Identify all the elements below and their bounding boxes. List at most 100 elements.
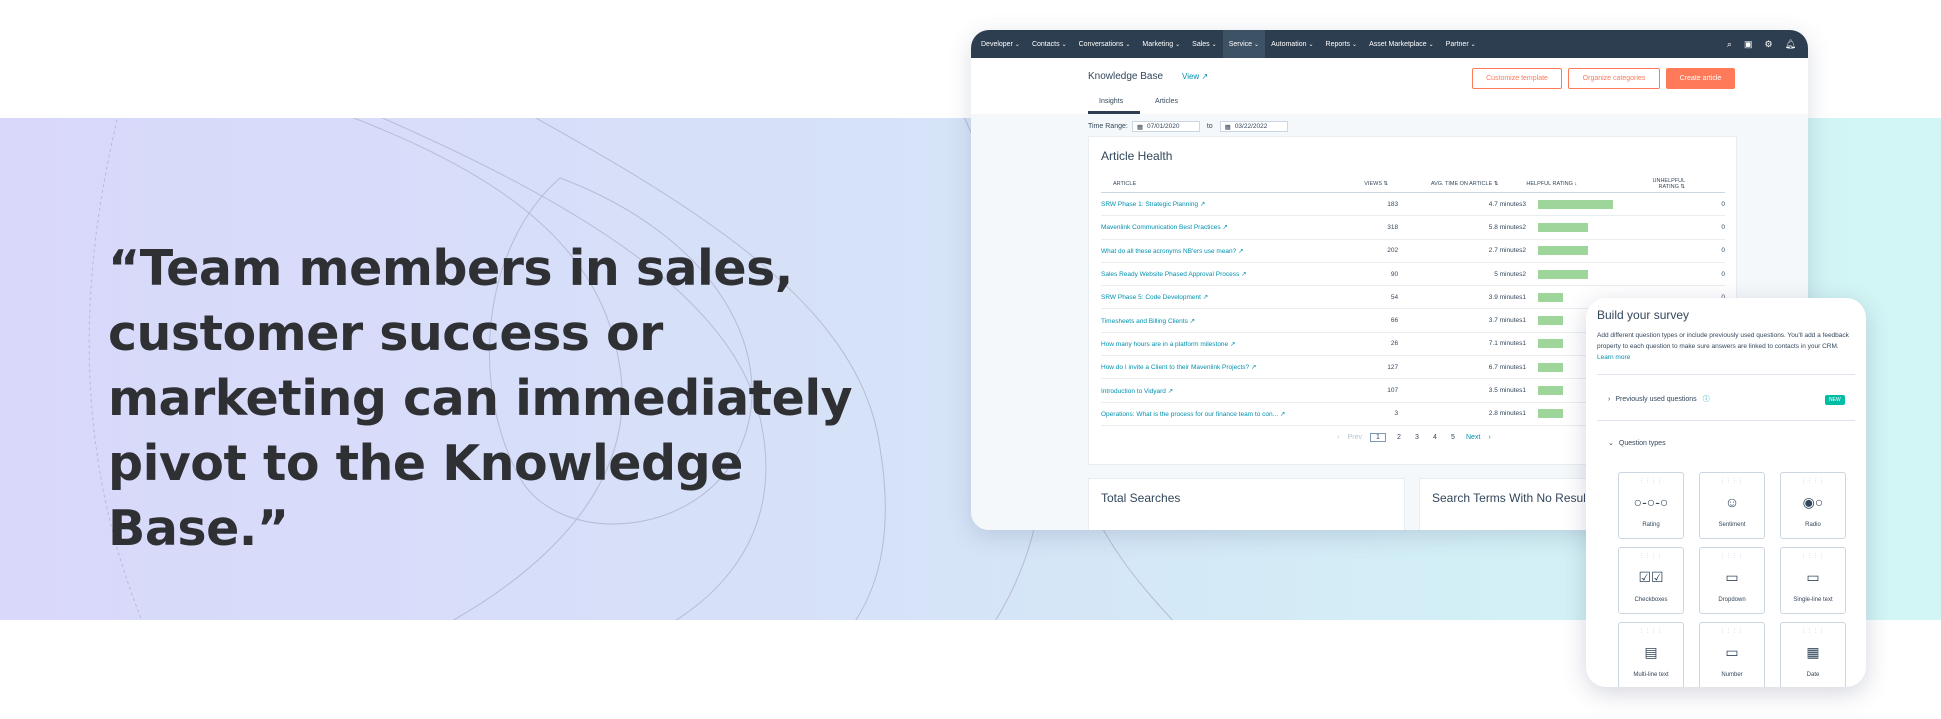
quote-line: pivot to the Knowledge Base.” xyxy=(108,435,743,557)
question-type-tile[interactable]: ⋮⋮⋮⋮ ▭ Single-line text xyxy=(1780,547,1846,614)
col-helpful[interactable]: Helpful rating ↓ xyxy=(1522,175,1652,193)
views-cell: 202 xyxy=(1349,239,1399,263)
drag-handle-icon: ⋮⋮⋮⋮ xyxy=(1639,478,1663,484)
article-link[interactable]: How many hours are in a platform milesto… xyxy=(1101,332,1350,357)
create-article-button[interactable]: Create article xyxy=(1666,68,1735,89)
nav-asset-marketplace[interactable]: Asset Marketplace ⌄ xyxy=(1363,30,1440,58)
nav-contacts[interactable]: Contacts ⌄ xyxy=(1026,30,1073,58)
next-button[interactable]: Next xyxy=(1466,434,1480,441)
learn-more-link[interactable]: Learn more xyxy=(1597,354,1630,361)
helpful-bar xyxy=(1538,409,1564,419)
col-unhelpful[interactable]: Unhelpful rating ⇅ xyxy=(1651,175,1725,193)
marketplace-icon[interactable]: ▣ xyxy=(1744,39,1753,50)
previously-used-toggle[interactable]: › Previously used questions ⓘ xyxy=(1608,394,1710,404)
page-4[interactable]: 4 xyxy=(1430,434,1440,441)
question-type-tile[interactable]: ⋮⋮⋮⋮ ▭ Dropdown xyxy=(1699,547,1765,614)
page-2[interactable]: 2 xyxy=(1394,434,1404,441)
chevron-down-icon: ⌄ xyxy=(1175,41,1181,48)
checkbox-icon: ☑☑ xyxy=(1638,569,1664,585)
col-views[interactable]: Views ⇅ xyxy=(1349,175,1399,193)
tab-insights[interactable]: Insights xyxy=(1099,98,1123,105)
avg-time-cell: 3.9 minutes xyxy=(1398,285,1523,310)
question-type-tile[interactable]: ⋮⋮⋮⋮ ▭ Number xyxy=(1699,622,1765,687)
nav-service[interactable]: Service ⌄ xyxy=(1222,30,1266,58)
page-1[interactable]: 1 xyxy=(1370,433,1386,442)
article-link[interactable]: Timesheets and Billing Clients ↗ xyxy=(1101,308,1350,333)
article-link[interactable]: Mavenlink Communication Best Practices ↗ xyxy=(1101,215,1350,240)
chevron-down-icon: ⌄ xyxy=(1470,41,1476,48)
views-cell: 54 xyxy=(1349,285,1399,310)
article-link[interactable]: Introduction to Vidyard ↗ xyxy=(1101,378,1350,403)
search-icon[interactable]: ⌕ xyxy=(1727,39,1732,50)
quote-line: customer success or xyxy=(108,305,663,362)
nav-reports[interactable]: Reports ⌄ xyxy=(1320,30,1364,58)
view-label: View xyxy=(1182,72,1200,81)
view-link[interactable]: View ↗ xyxy=(1182,72,1208,81)
bell-icon[interactable]: 🔔︎ xyxy=(1785,39,1796,50)
external-link-icon: ↗ xyxy=(1241,271,1247,279)
page-5[interactable]: 5 xyxy=(1448,434,1458,441)
article-link[interactable]: SRW Phase 1: Strategic Planning ↗ xyxy=(1101,192,1350,217)
prev-chevron-icon[interactable]: ‹ xyxy=(1337,434,1339,441)
helpful-value: 2 xyxy=(1522,247,1527,255)
nav-label: Developer xyxy=(981,40,1013,48)
end-date-input[interactable]: ▦ 03/22/2022 xyxy=(1219,121,1288,132)
external-link-icon: ↗ xyxy=(1199,201,1206,209)
prev-button[interactable]: Prev xyxy=(1348,434,1362,441)
organize-categories-button[interactable]: Organize categories xyxy=(1568,68,1660,89)
question-type-tile[interactable]: ⋮⋮⋮⋮ ◉○ Radio xyxy=(1780,472,1846,539)
article-link[interactable]: How do I invite a Client to their Mavenl… xyxy=(1101,355,1350,380)
nav-developer[interactable]: Developer ⌄ xyxy=(975,30,1026,58)
question-type-tile[interactable]: ⋮⋮⋮⋮ ○-○-○ Rating xyxy=(1618,472,1684,539)
chevron-down-icon: ⌄ xyxy=(1125,41,1131,48)
single-line-icon: ▭ xyxy=(1806,569,1820,585)
article-link[interactable]: SRW Phase 5: Code Development ↗ xyxy=(1101,285,1350,310)
drag-handle-icon: ⋮⋮⋮⋮ xyxy=(1720,553,1744,559)
tile-label: Radio xyxy=(1805,522,1821,528)
article-link[interactable]: Sales Ready Website Phased Approval Proc… xyxy=(1101,262,1350,287)
question-type-tile[interactable]: ⋮⋮⋮⋮ ▦ Date xyxy=(1780,622,1846,687)
drag-handle-icon: ⋮⋮⋮⋮ xyxy=(1801,478,1825,484)
article-title: How do I invite a Client to their Mavenl… xyxy=(1101,364,1250,372)
question-type-tile[interactable]: ⋮⋮⋮⋮ ☺ Sentiment xyxy=(1699,472,1765,539)
sort-icon: ⇅ xyxy=(1493,180,1499,187)
views-cell: 66 xyxy=(1349,308,1399,333)
col-avg-time[interactable]: Avg. time on article ⇅ xyxy=(1398,175,1523,193)
helpful-value: 1 xyxy=(1522,340,1527,348)
nav-label: Asset Marketplace xyxy=(1369,40,1427,48)
nav-label: Service xyxy=(1228,40,1253,48)
nav-marketing[interactable]: Marketing ⌄ xyxy=(1136,30,1186,58)
helpful-value: 1 xyxy=(1522,410,1527,418)
customize-template-button[interactable]: Customize template xyxy=(1472,68,1562,89)
chevron-down-icon: ⌄ xyxy=(1061,41,1067,48)
next-chevron-icon[interactable]: › xyxy=(1488,434,1490,441)
time-range-label: Time Range: xyxy=(1088,123,1128,130)
helpful-bar xyxy=(1538,339,1564,349)
article-link[interactable]: What do all these acronyms NB'ers use me… xyxy=(1101,239,1350,263)
gear-icon[interactable]: ⚙ xyxy=(1764,39,1772,50)
external-link-icon: ↗ xyxy=(1279,410,1286,418)
top-icons: ⌕ ▣ ⚙ 🔔︎ xyxy=(1727,39,1808,50)
question-type-tile[interactable]: ⋮⋮⋮⋮ ▤ Multi-line text xyxy=(1618,622,1684,687)
nav-automation[interactable]: Automation ⌄ xyxy=(1265,30,1319,58)
tab-articles[interactable]: Articles xyxy=(1155,98,1178,105)
col-article[interactable]: Article xyxy=(1101,175,1350,193)
nav-conversations[interactable]: Conversations ⌄ xyxy=(1073,30,1137,58)
article-title: How many hours are in a platform milesto… xyxy=(1101,340,1229,348)
page-3[interactable]: 3 xyxy=(1412,434,1422,441)
article-link[interactable]: Operations: What is the process for our … xyxy=(1101,402,1350,426)
question-type-tile[interactable]: ⋮⋮⋮⋮ ☑☑ Checkboxes xyxy=(1618,547,1684,614)
tile-label: Dropdown xyxy=(1718,597,1746,603)
table-row: Sales Ready Website Phased Approval Proc… xyxy=(1101,262,1725,287)
smiley-icon: ☺ xyxy=(1724,494,1740,510)
avg-time-cell: 4.7 minutes xyxy=(1398,192,1523,217)
external-link-icon: ↗ xyxy=(1222,224,1228,232)
page-header: Knowledge Base View ↗ Customize template… xyxy=(971,58,1808,115)
sort-icon: ⇅ xyxy=(1680,183,1685,190)
question-types-toggle[interactable]: ⌄ Question types xyxy=(1608,439,1666,447)
start-date-input[interactable]: ▦ 07/01/2020 xyxy=(1131,121,1200,132)
nav-sales[interactable]: Sales ⌄ xyxy=(1186,30,1223,58)
time-range: Time Range: ▦ 07/01/2020 to ▦ 03/22/2022 xyxy=(1088,121,1288,132)
nav-partner[interactable]: Partner ⌄ xyxy=(1440,30,1482,58)
helpful-value: 1 xyxy=(1522,294,1527,302)
